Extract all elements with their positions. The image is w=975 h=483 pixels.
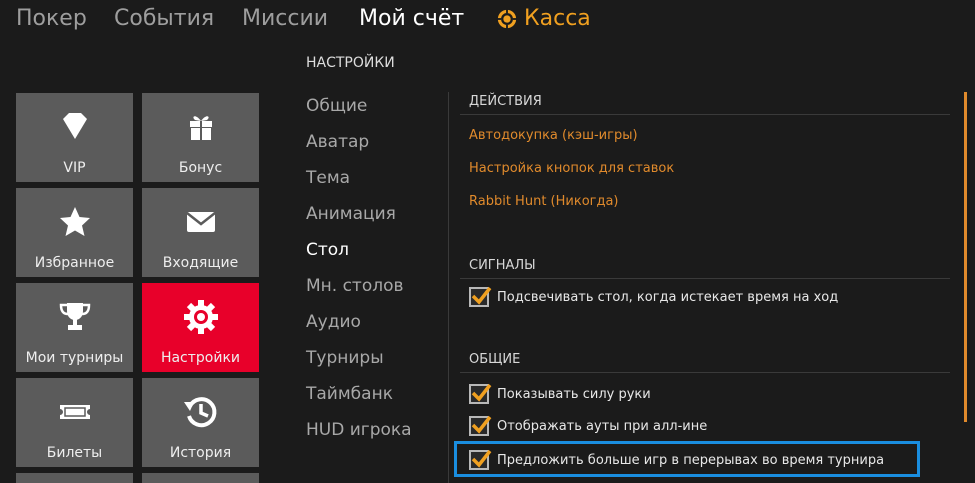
history-icon	[183, 397, 216, 428]
nav-cashier-label: Касса	[524, 6, 591, 31]
tile-label: Настройки	[160, 350, 241, 366]
tile-label: Бонус	[178, 160, 223, 176]
nav-events[interactable]: События	[114, 6, 214, 31]
tile-bonus[interactable]: Бонус	[142, 93, 259, 182]
tile-label: Мои турниры	[25, 350, 124, 366]
checkmark-icon	[471, 415, 492, 434]
settings-menu-player-hud[interactable]: HUD игрока	[306, 420, 412, 440]
settings-menu-theme[interactable]: Тема	[306, 168, 350, 188]
settings-menu-general[interactable]: Общие	[306, 96, 367, 116]
highlight-frame	[454, 441, 920, 477]
nav-my-account[interactable]: Мой счёт	[359, 6, 464, 31]
tile-label: Билеты	[46, 445, 103, 461]
settings-menu-avatar[interactable]: Аватар	[306, 132, 369, 152]
nav-poker[interactable]: Покер	[16, 6, 87, 31]
tile-label: История	[169, 445, 232, 461]
option-show-outs-allin[interactable]: Отображать ауты при алл-ине	[469, 415, 708, 436]
section-divider	[460, 114, 950, 115]
gift-icon	[189, 116, 212, 140]
action-bet-buttons-setup[interactable]: Настройка кнопок для ставок	[469, 161, 674, 176]
diamond-icon	[62, 113, 87, 139]
checkbox[interactable]	[469, 286, 492, 307]
gear-icon	[183, 300, 218, 334]
tile-label: VIP	[63, 160, 86, 176]
tile-partial[interactable]	[142, 473, 259, 483]
poker-chip-icon	[497, 8, 517, 29]
tile-label: Избранное	[34, 255, 115, 271]
star-icon	[59, 207, 90, 236]
nav-missions[interactable]: Миссии	[242, 6, 328, 31]
settings-menu-audio[interactable]: Аудио	[306, 312, 361, 332]
checkmark-icon	[471, 286, 492, 305]
tile-tickets[interactable]: Билеты	[16, 378, 133, 467]
option-label: Показывать силу руки	[497, 386, 651, 402]
tile-partial[interactable]	[16, 473, 133, 483]
section-title-general: ОБЩИЕ	[469, 352, 521, 367]
scrollbar[interactable]	[964, 92, 967, 422]
nav-cashier[interactable]: Касса	[496, 6, 591, 31]
tile-my-tournaments[interactable]: Мои турниры	[16, 283, 133, 372]
settings-menu-animation[interactable]: Анимация	[306, 204, 396, 224]
tile-label: Входящие	[162, 255, 239, 271]
ticket-icon	[59, 405, 90, 419]
action-auto-rebuy[interactable]: Автодокупка (кэш-игры)	[469, 128, 638, 143]
action-rabbit-hunt[interactable]: Rabbit Hunt (Никогда)	[469, 194, 619, 209]
tile-settings[interactable]: Настройки	[142, 283, 259, 372]
checkbox[interactable]	[469, 415, 492, 436]
section-divider	[460, 372, 950, 373]
checkmark-icon	[471, 383, 492, 402]
envelope-icon	[185, 212, 216, 232]
settings-menu-table[interactable]: Стол	[306, 240, 349, 260]
settings-menu-tournaments[interactable]: Турниры	[306, 348, 384, 368]
trophy-icon	[59, 303, 90, 330]
option-show-hand-strength[interactable]: Показывать силу руки	[469, 383, 651, 404]
settings-menu-multitable[interactable]: Мн. столов	[306, 276, 404, 296]
option-highlight-table[interactable]: Подсвечивать стол, когда истекает время …	[469, 286, 839, 307]
checkbox[interactable]	[469, 383, 492, 404]
option-label: Отображать ауты при алл-ине	[497, 418, 708, 434]
tile-history[interactable]: История	[142, 378, 259, 467]
top-navigation: Покер События Миссии Мой счёт Касса	[0, 0, 975, 48]
settings-heading: НАСТРОЙКИ	[306, 55, 395, 71]
option-label: Подсвечивать стол, когда истекает время …	[497, 289, 839, 305]
section-divider	[460, 278, 950, 279]
section-title-signals: СИГНАЛЫ	[469, 258, 536, 273]
settings-menu-timebank[interactable]: Таймбанк	[306, 384, 393, 404]
tile-vip[interactable]: VIP	[16, 93, 133, 182]
tile-favorites[interactable]: Избранное	[16, 188, 133, 277]
tile-inbox[interactable]: Входящие	[142, 188, 259, 277]
section-title-actions: ДЕЙСТВИЯ	[469, 94, 542, 109]
vertical-divider	[448, 92, 449, 483]
